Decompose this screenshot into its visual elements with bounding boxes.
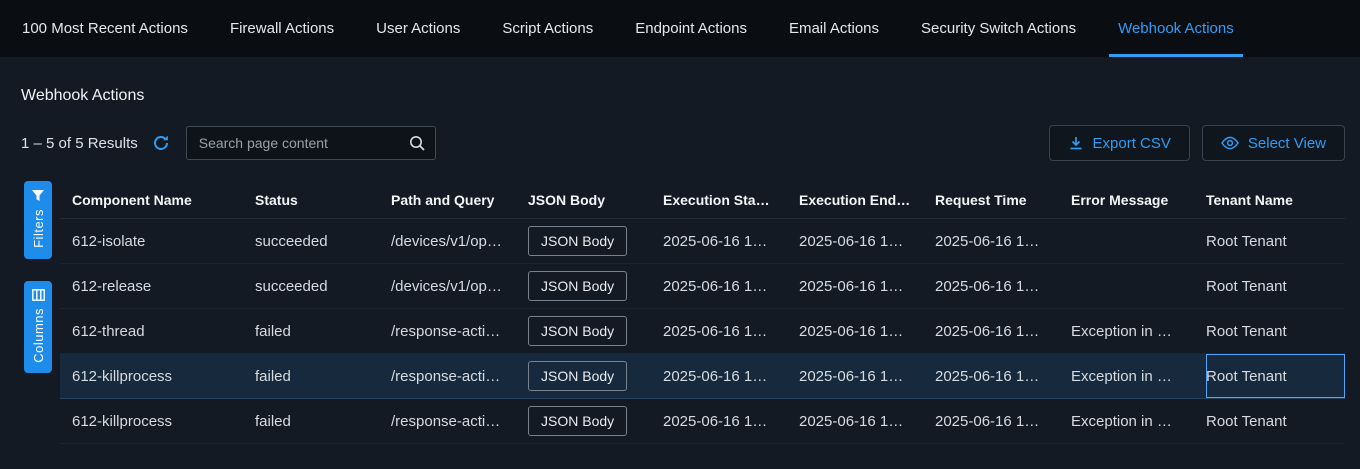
cell-execution-end: 2025-06-16 1… xyxy=(799,219,935,263)
cell-execution-end: 2025-06-16 1… xyxy=(799,354,935,398)
cell-request-time: 2025-06-16 1… xyxy=(935,399,1071,443)
column-header-path-and-query[interactable]: Path and Query xyxy=(391,181,528,218)
funnel-icon xyxy=(31,189,45,202)
export-csv-label: Export CSV xyxy=(1093,135,1171,152)
cell-status: failed xyxy=(255,309,391,353)
tab-security-switch-actions[interactable]: Security Switch Actions xyxy=(900,0,1097,57)
json-body-button[interactable]: JSON Body xyxy=(528,316,627,346)
cell-path-and-query: /devices/v1/op… xyxy=(391,219,528,263)
cell-tenant-name: Root Tenant xyxy=(1206,264,1345,308)
cell-tenant-name: Root Tenant xyxy=(1206,399,1345,443)
json-body-button[interactable]: JSON Body xyxy=(528,226,627,256)
column-header-status[interactable]: Status xyxy=(255,181,391,218)
tab-webhook-actions[interactable]: Webhook Actions xyxy=(1097,0,1255,57)
toolbar: 1 – 5 of 5 Results Export CSV xyxy=(21,125,1345,161)
cell-request-time: 2025-06-16 1… xyxy=(935,309,1071,353)
tab-100-most-recent-actions[interactable]: 100 Most Recent Actions xyxy=(22,0,209,57)
cell-execution-start: 2025-06-16 1… xyxy=(663,219,799,263)
cell-error-message xyxy=(1071,264,1206,308)
cell-request-time: 2025-06-16 1… xyxy=(935,354,1071,398)
cell-tenant-name-focused[interactable]: Root Tenant xyxy=(1206,354,1345,398)
cell-path-and-query: /response-acti… xyxy=(391,309,528,353)
cell-component-name: 612-release xyxy=(60,264,255,308)
tab-script-actions[interactable]: Script Actions xyxy=(481,0,614,57)
columns-button[interactable]: Columns xyxy=(24,281,52,373)
column-header-execution-end[interactable]: Execution End… xyxy=(799,181,935,218)
select-view-label: Select View xyxy=(1248,135,1326,152)
table-row[interactable]: 612-killprocess failed /response-acti… J… xyxy=(60,399,1345,444)
cell-error-message: Exception in … xyxy=(1071,399,1206,443)
search-input[interactable] xyxy=(186,126,436,160)
export-csv-button[interactable]: Export CSV xyxy=(1049,125,1190,161)
columns-button-label: Columns xyxy=(31,308,46,363)
cell-path-and-query: /response-acti… xyxy=(391,399,528,443)
table-header-row: Component Name Status Path and Query JSO… xyxy=(60,181,1345,219)
cell-execution-end: 2025-06-16 1… xyxy=(799,399,935,443)
cell-json-body: JSON Body xyxy=(528,219,663,263)
results-count: 1 – 5 of 5 Results xyxy=(21,135,138,152)
refresh-icon[interactable] xyxy=(152,134,170,152)
cell-path-and-query: /devices/v1/op… xyxy=(391,264,528,308)
cell-request-time: 2025-06-16 1… xyxy=(935,264,1071,308)
cell-execution-start: 2025-06-16 1… xyxy=(663,309,799,353)
cell-execution-start: 2025-06-16 1… xyxy=(663,399,799,443)
table-row[interactable]: 612-isolate succeeded /devices/v1/op… JS… xyxy=(60,219,1345,264)
cell-component-name: 612-isolate xyxy=(60,219,255,263)
content-area: Filters Columns Component Name Status Pa… xyxy=(0,181,1360,444)
tab-endpoint-actions[interactable]: Endpoint Actions xyxy=(614,0,768,57)
tab-bar: 100 Most Recent Actions Firewall Actions… xyxy=(0,0,1360,57)
select-view-button[interactable]: Select View xyxy=(1202,125,1345,161)
cell-error-message: Exception in … xyxy=(1071,354,1206,398)
eye-icon xyxy=(1221,136,1239,150)
json-body-button[interactable]: JSON Body xyxy=(528,271,627,301)
cell-error-message: Exception in … xyxy=(1071,309,1206,353)
cell-component-name: 612-thread xyxy=(60,309,255,353)
table-row[interactable]: 612-thread failed /response-acti… JSON B… xyxy=(60,309,1345,354)
columns-icon xyxy=(32,289,45,301)
cell-status: succeeded xyxy=(255,264,391,308)
cell-request-time: 2025-06-16 1… xyxy=(935,219,1071,263)
cell-json-body: JSON Body xyxy=(528,354,663,398)
cell-component-name: 612-killprocess xyxy=(60,354,255,398)
cell-component-name: 612-killprocess xyxy=(60,399,255,443)
json-body-button[interactable]: JSON Body xyxy=(528,361,627,391)
tab-user-actions[interactable]: User Actions xyxy=(355,0,481,57)
download-icon xyxy=(1068,135,1084,151)
cell-status: failed xyxy=(255,354,391,398)
column-header-request-time[interactable]: Request Time xyxy=(935,181,1071,218)
cell-json-body: JSON Body xyxy=(528,309,663,353)
side-panel-buttons: Filters Columns xyxy=(0,181,60,444)
tab-email-actions[interactable]: Email Actions xyxy=(768,0,900,57)
json-body-button[interactable]: JSON Body xyxy=(528,406,627,436)
column-header-error-message[interactable]: Error Message xyxy=(1071,181,1206,218)
webhook-actions-table: Component Name Status Path and Query JSO… xyxy=(60,181,1345,444)
cell-tenant-name: Root Tenant xyxy=(1206,219,1345,263)
filters-button[interactable]: Filters xyxy=(24,181,52,259)
table-row[interactable]: 612-release succeeded /devices/v1/op… JS… xyxy=(60,264,1345,309)
search-icon[interactable] xyxy=(408,134,426,157)
cell-json-body: JSON Body xyxy=(528,264,663,308)
filters-button-label: Filters xyxy=(31,209,46,248)
page-title: Webhook Actions xyxy=(21,87,1360,105)
cell-json-body: JSON Body xyxy=(528,399,663,443)
cell-status: failed xyxy=(255,399,391,443)
column-header-json-body[interactable]: JSON Body xyxy=(528,181,663,218)
cell-execution-end: 2025-06-16 1… xyxy=(799,309,935,353)
cell-execution-start: 2025-06-16 1… xyxy=(663,264,799,308)
cell-error-message xyxy=(1071,219,1206,263)
table-row-selected[interactable]: 612-killprocess failed /response-acti… J… xyxy=(60,354,1345,399)
tab-firewall-actions[interactable]: Firewall Actions xyxy=(209,0,355,57)
cell-tenant-name: Root Tenant xyxy=(1206,309,1345,353)
column-header-tenant-name[interactable]: Tenant Name xyxy=(1206,181,1345,218)
cell-execution-start: 2025-06-16 1… xyxy=(663,354,799,398)
search-box xyxy=(186,126,436,160)
cell-path-and-query: /response-acti… xyxy=(391,354,528,398)
cell-execution-end: 2025-06-16 1… xyxy=(799,264,935,308)
column-header-component-name[interactable]: Component Name xyxy=(60,181,255,218)
column-header-execution-start[interactable]: Execution Sta… xyxy=(663,181,799,218)
cell-status: succeeded xyxy=(255,219,391,263)
